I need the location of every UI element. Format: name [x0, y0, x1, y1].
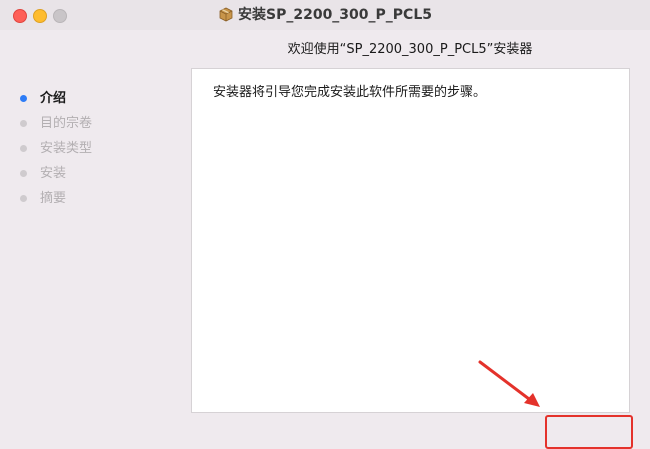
title-bar: 安装SP_2200_300_P_PCL5: [0, 0, 650, 30]
annotation-arrow-icon: [478, 360, 540, 407]
annotation-highlight-box: [545, 415, 633, 449]
step-summary: 摘要: [20, 188, 92, 213]
window-title-area: 安装SP_2200_300_P_PCL5: [0, 4, 650, 29]
step-indicator-dot: [20, 120, 27, 127]
step-indicator-dot: [20, 170, 27, 177]
step-indicator-dot: [20, 95, 27, 102]
step-introduction: 介绍: [20, 88, 92, 113]
step-list: 介绍 目的宗卷 安装类型 安装 摘要: [20, 88, 92, 213]
page-heading: 欢迎使用“SP_2200_300_P_PCL5”安装器: [287, 42, 533, 57]
step-label: 目的宗卷: [40, 116, 93, 131]
intro-text: 安装器将引导您完成安装此软件所需要的步骤。: [213, 85, 487, 100]
step-destination: 目的宗卷: [20, 113, 92, 138]
step-indicator-dot: [20, 195, 27, 202]
step-label: 安装类型: [40, 141, 93, 156]
step-label: 安装: [40, 166, 67, 181]
content-panel: 安装器将引导您完成安装此软件所需要的步骤。: [191, 68, 630, 413]
step-label: 介绍: [40, 91, 67, 106]
window-title: 安装SP_2200_300_P_PCL5: [238, 7, 432, 23]
package-icon: [218, 6, 234, 29]
step-install: 安装: [20, 163, 92, 188]
step-label: 摘要: [40, 191, 67, 206]
step-installation-type: 安装类型: [20, 138, 92, 163]
step-indicator-dot: [20, 145, 27, 152]
